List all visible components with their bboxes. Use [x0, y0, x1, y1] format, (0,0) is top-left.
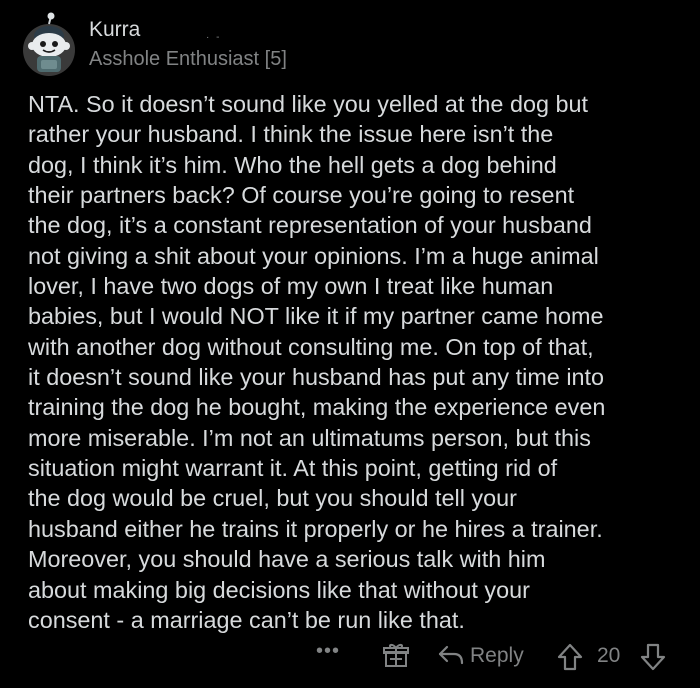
comment-line: husband either he trains it properly or …	[28, 515, 603, 542]
comment-line: about making big decisions like that wit…	[28, 576, 530, 603]
comment-line: consent - a marriage can’t be run like t…	[28, 606, 465, 633]
comment-line: dog, I think it’s him. Who the hell gets…	[28, 151, 557, 178]
author-extra: · ‐	[206, 32, 222, 43]
comment-line: with another dog without consulting me. …	[28, 333, 594, 360]
comment-line: rather your husband. I think the issue h…	[28, 121, 554, 148]
reply-arrow-icon[interactable]	[437, 643, 465, 672]
comment-body: NTA. So it doesn’t sound like you yelled…	[28, 89, 688, 635]
comment-line: training the dog he bought, making the e…	[28, 394, 606, 421]
vote-score: 20	[597, 644, 621, 667]
comment-line: the dog, it’s a constant representation …	[28, 212, 592, 239]
comment-actions: ••• Reply 20	[0, 636, 700, 680]
more-options-button[interactable]: •••	[316, 640, 340, 663]
comment-line: the dog would be cruel, but you should t…	[28, 485, 517, 512]
comment-line: more miserable. I’m not an ultimatums pe…	[28, 424, 591, 451]
downvote-arrow-icon[interactable]	[639, 642, 667, 677]
comment-line: Moreover, you should have a serious talk…	[28, 546, 546, 573]
comment-line: situation might warrant it. At this poin…	[28, 455, 558, 482]
gift-icon[interactable]	[381, 641, 411, 676]
user-flair: Asshole Enthusiast [5]	[89, 48, 287, 70]
snoo-avatar-icon[interactable]	[20, 12, 78, 78]
comment-line: NTA. So it doesn’t sound like you yelled…	[28, 91, 588, 117]
comment-line: babies, but I would NOT like it if my pa…	[28, 303, 604, 330]
reply-button[interactable]: Reply	[470, 644, 524, 668]
comment-header: Kurra · ‐ Asshole Enthusiast [5]	[20, 12, 680, 78]
comment-line: it doesn’t sound like your husband has p…	[28, 364, 605, 391]
comment-line: not giving a shit about your opinions. I…	[28, 242, 599, 269]
comment-author[interactable]: Kurra	[89, 18, 140, 42]
upvote-arrow-icon[interactable]	[556, 642, 584, 677]
comment-line: lover, I have two dogs of my own I treat…	[28, 273, 554, 300]
comment-line: their partners back? Of course you’re go…	[28, 182, 575, 209]
